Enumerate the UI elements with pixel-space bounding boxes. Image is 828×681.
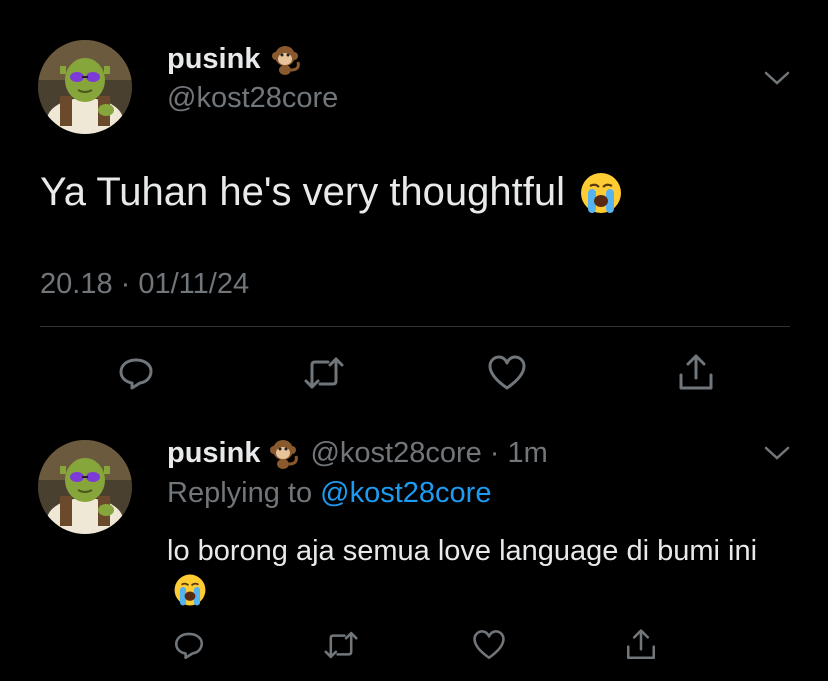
divider: [40, 326, 790, 327]
retweet-button[interactable]: [301, 350, 347, 396]
display-name-text[interactable]: pusink: [167, 437, 260, 470]
heart-icon: [473, 630, 505, 660]
display-name-text: pusink: [167, 42, 261, 75]
like-button[interactable]: [484, 350, 530, 396]
shrek-avatar-image: [38, 440, 132, 534]
chevron-down-icon[interactable]: [762, 443, 792, 463]
replying-to-label: Replying to: [167, 477, 313, 509]
share-icon: [679, 354, 713, 390]
heart-icon: [488, 355, 526, 390]
reply-icon: [119, 358, 153, 390]
reply-button[interactable]: [166, 622, 212, 668]
relative-time[interactable]: 1m: [507, 437, 547, 470]
share-button[interactable]: [618, 622, 664, 668]
display-name[interactable]: pusink: [167, 42, 304, 76]
user-handle[interactable]: @kost28core: [310, 437, 481, 470]
retweet-icon: [324, 631, 358, 659]
tweet-timestamp[interactable]: 20.18 · 01/11/24: [40, 268, 249, 301]
separator-dot: ·: [489, 436, 500, 469]
chevron-down-icon[interactable]: [762, 68, 792, 88]
share-button[interactable]: [673, 350, 719, 396]
monkey-emoji-icon: [270, 440, 299, 469]
tweet-text-content: Ya Tuhan he's very thoughtful: [40, 170, 566, 214]
avatar[interactable]: [38, 40, 132, 134]
share-icon: [626, 629, 656, 660]
monkey-emoji-icon: [272, 46, 301, 75]
shrek-avatar-image: [38, 40, 132, 134]
main-tweet: pusink @kost28core Ya Tuhan he's very th…: [0, 0, 828, 420]
reply-button[interactable]: [113, 350, 159, 396]
reply-header: pusink @kost28core · 1m: [167, 436, 548, 470]
replying-to-line: Replying to @kost28core: [167, 477, 491, 510]
avatar[interactable]: [38, 440, 132, 534]
loudly-crying-face-icon: [581, 172, 622, 213]
reply-text: lo borong aja semua love language di bum…: [167, 530, 787, 620]
tweet-thread-view: pusink @kost28core Ya Tuhan he's very th…: [0, 0, 828, 681]
user-handle[interactable]: @kost28core: [167, 82, 338, 115]
like-button[interactable]: [466, 622, 512, 668]
reply-icon: [174, 632, 204, 660]
tweet-text: Ya Tuhan he's very thoughtful: [40, 170, 623, 215]
retweet-button[interactable]: [318, 622, 364, 668]
retweet-icon: [304, 357, 344, 389]
mention-link[interactable]: @kost28core: [320, 477, 491, 509]
loudly-crying-face-icon: [173, 573, 207, 620]
reply-text-content: lo borong aja semua love language di bum…: [167, 535, 758, 567]
